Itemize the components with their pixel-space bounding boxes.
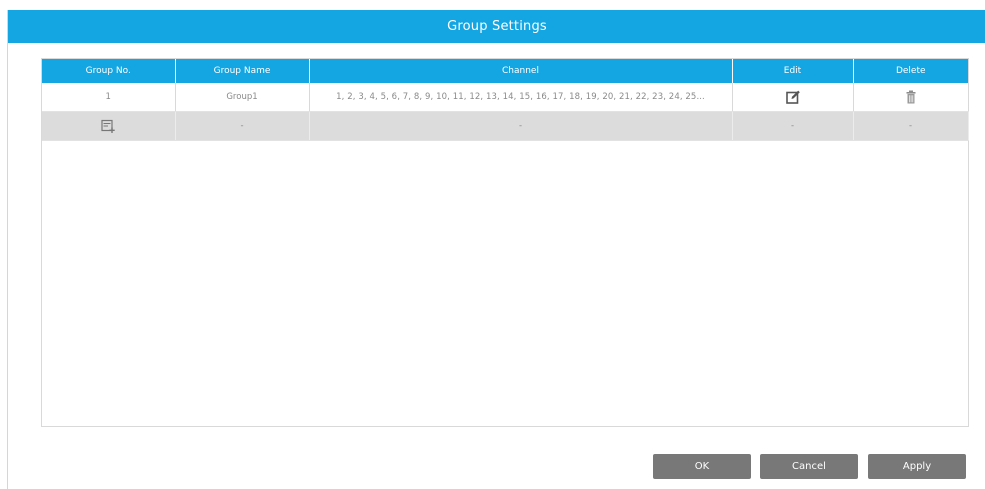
header-group-no: Group No. (42, 59, 176, 83)
add-edit-cell: - (732, 111, 854, 141)
add-group-name-cell: - (175, 111, 310, 141)
trash-icon[interactable] (903, 89, 919, 105)
add-group-icon[interactable] (100, 118, 116, 134)
delete-cell (853, 83, 968, 112)
cancel-button[interactable]: Cancel (760, 454, 858, 479)
header-delete: Delete (853, 59, 968, 83)
group-settings-dialog: Group Settings Group No. Group Name Chan… (7, 10, 985, 489)
group-table-container: Group No. Group Name Channel Edit Delete… (41, 58, 969, 427)
apply-button[interactable]: Apply (868, 454, 966, 479)
edit-icon[interactable] (785, 89, 801, 105)
table-header-row: Group No. Group Name Channel Edit Delete (42, 59, 968, 83)
add-group-row: - - - - (42, 111, 969, 141)
header-edit: Edit (732, 59, 854, 83)
add-channel-cell: - (309, 111, 733, 141)
table-row: 1 Group1 1, 2, 3, 4, 5, 6, 7, 8, 9, 10, … (42, 83, 968, 112)
header-channel: Channel (309, 59, 733, 83)
add-delete-cell: - (853, 111, 969, 141)
group-table: Group No. Group Name Channel Edit Delete… (42, 59, 969, 141)
group-name-cell: Group1 (175, 83, 310, 112)
add-group-cell (42, 111, 176, 141)
group-no-cell: 1 (42, 83, 176, 112)
ok-button[interactable]: OK (653, 454, 751, 479)
header-group-name: Group Name (175, 59, 310, 83)
dialog-title: Group Settings (8, 10, 985, 43)
edit-cell (732, 83, 854, 112)
channel-cell: 1, 2, 3, 4, 5, 6, 7, 8, 9, 10, 11, 12, 1… (309, 83, 733, 112)
